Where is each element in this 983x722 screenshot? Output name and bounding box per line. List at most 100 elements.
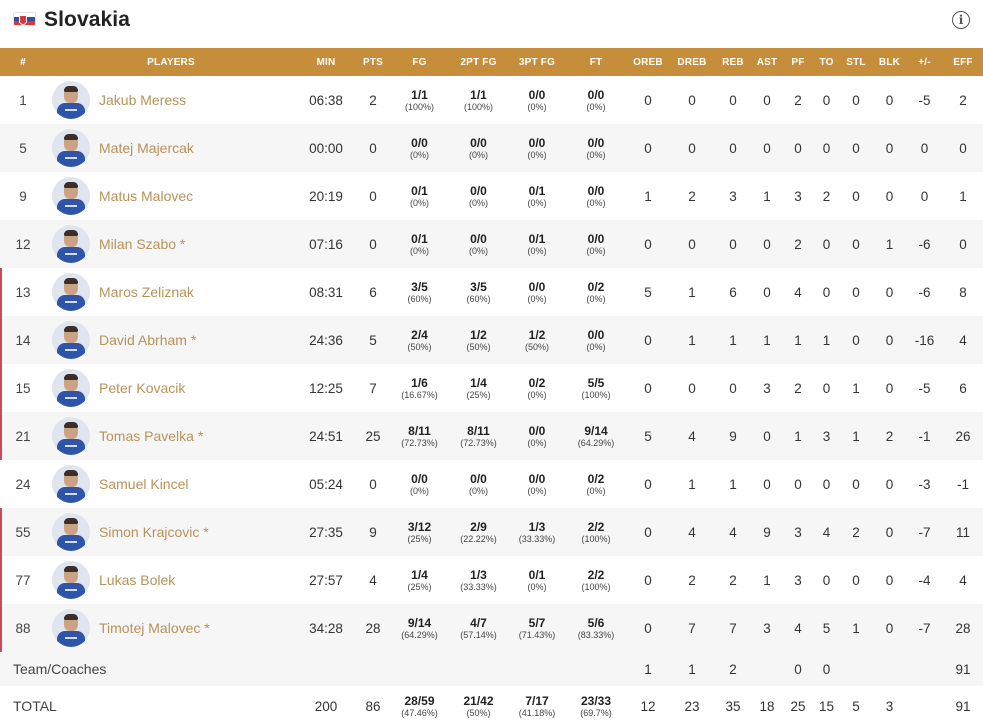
column-header[interactable]: PTS (356, 48, 390, 76)
stat-to: 4 (822, 524, 831, 540)
column-header[interactable]: TO (814, 48, 839, 76)
avatar[interactable] (52, 225, 90, 263)
avatar[interactable] (52, 609, 90, 647)
column-header[interactable]: MIN (296, 48, 356, 76)
table-row[interactable]: 12 Milan Szabo * 07:16 0 0/1 (0%) 0/0 (0%) 0/1 (0… (0, 220, 983, 268)
stat-stl: 0 (852, 332, 860, 348)
stat-reb: 0 (729, 380, 737, 396)
three-point-fg-percentage: (71.43%) (518, 629, 556, 640)
stat-pm: -7 (918, 620, 931, 636)
avatar[interactable] (52, 129, 90, 167)
player-number: 5 (19, 140, 27, 156)
three-point-fg-percentage: (0%) (527, 197, 547, 208)
player-name-link[interactable]: Maros Zeliznak (99, 284, 194, 300)
team-stat-blk (873, 652, 906, 686)
minutes: 12:25 (309, 380, 343, 396)
field-goals-percentage: (64.29%) (401, 629, 438, 640)
stat-pm: -4 (918, 572, 931, 588)
avatar[interactable] (52, 513, 90, 551)
table-row[interactable]: 24 Samuel Kincel 05:24 0 0/0 (0%) 0/0 (0%) 0/0 (0… (0, 460, 983, 508)
player-name-link[interactable]: Simon Krajcovic * (99, 524, 209, 540)
player-name-link[interactable]: Tomas Pavelka * (99, 428, 203, 444)
player-number: 15 (0, 364, 46, 412)
three-point-fg-percentage: (0%) (527, 245, 547, 256)
field-goals: 1/1 (100%) (390, 76, 449, 124)
three-point-fg: 0/0 (0%) (508, 412, 566, 460)
free-throws-percentage: (100%) (581, 581, 611, 592)
table-row[interactable]: 14 David Abrham * 24:36 5 2/4 (50%) 1/2 (50%) 1/… (0, 316, 983, 364)
avatar[interactable] (52, 417, 90, 455)
column-header[interactable]: 3PT FG (508, 48, 566, 76)
total-three-point-fg: 7/17 (41.18%) (508, 686, 566, 722)
info-icon[interactable]: i (952, 11, 970, 29)
stat-to: 0 (822, 140, 831, 156)
column-header[interactable]: OREB (626, 48, 670, 76)
two-point-fg-made-attempted: 1/3 (470, 567, 487, 582)
stat-reb: 0 (729, 92, 737, 108)
column-header[interactable]: PF (782, 48, 814, 76)
column-header[interactable]: REB (714, 48, 752, 76)
field-goals-percentage: (16.67%) (401, 389, 438, 400)
table-row[interactable]: 5 Matej Majercak 00:00 0 0/0 (0%) 0/0 (0%) 0/0 (0… (0, 124, 983, 172)
avatar[interactable] (52, 369, 90, 407)
free-throws-made-attempted: 5/5 (587, 375, 605, 390)
column-header[interactable]: BLK (873, 48, 906, 76)
player-name-link[interactable]: Lukas Bolek (99, 572, 175, 588)
column-header[interactable]: AST (752, 48, 782, 76)
column-header[interactable]: FG (390, 48, 449, 76)
player-name-link[interactable]: Jakub Meress (99, 92, 186, 108)
table-row[interactable]: 77 Lukas Bolek 27:57 4 1/4 (25%) 1/3 (33.33%) 0/… (0, 556, 983, 604)
table-row[interactable]: 55 Simon Krajcovic * 27:35 9 3/12 (25%) 2/9 (22… (0, 508, 983, 556)
table-row[interactable]: 21 Tomas Pavelka * 24:51 25 8/11 (72.73%) 8/11… (0, 412, 983, 460)
two-point-fg-percentage: (22.22%) (460, 533, 497, 544)
column-header[interactable]: PLAYERS (46, 48, 296, 76)
stat-to: 5 (822, 620, 831, 636)
column-header[interactable]: EFF (943, 48, 983, 76)
table-row[interactable]: 1 Jakub Meress 06:38 2 1/1 (100%) 1/1 (100%) 0/0… (0, 76, 983, 124)
player-name-link[interactable]: Timotej Malovec * (99, 620, 210, 636)
three-point-fg-made-attempted: 0/2 (528, 375, 546, 390)
avatar[interactable] (52, 465, 90, 503)
column-header[interactable]: DREB (670, 48, 714, 76)
player-name-link[interactable]: Samuel Kincel (99, 476, 189, 492)
free-throws-percentage: (0%) (586, 485, 606, 496)
column-header[interactable]: 2PT FG (449, 48, 508, 76)
table-row[interactable]: 13 Maros Zeliznak 08:31 6 3/5 (60%) 3/5 (60%) 0/… (0, 268, 983, 316)
free-throws-made-attempted: 0/2 (587, 471, 605, 486)
field-goals-percentage: (0%) (409, 485, 429, 496)
total-field-goals-percentage: (47.46%) (401, 707, 438, 718)
stat-pf: 3 (794, 524, 802, 540)
column-header[interactable]: FT (566, 48, 626, 76)
column-header[interactable]: +/- (906, 48, 943, 76)
column-header[interactable]: # (0, 48, 46, 76)
points: 4 (369, 572, 377, 588)
stat-ast: 1 (763, 188, 771, 204)
avatar[interactable] (52, 561, 90, 599)
table-row[interactable]: 88 Timotej Malovec * 34:28 28 9/14 (64.29%) 4/… (0, 604, 983, 652)
boxscore-body: 1 Jakub Meress 06:38 2 1/1 (100%) 1/1 (100%) 0/0… (0, 76, 983, 722)
avatar[interactable] (52, 81, 90, 119)
points: 25 (365, 428, 381, 444)
player-name-link[interactable]: David Abrham * (99, 332, 196, 348)
free-throws-percentage: (0%) (586, 197, 606, 208)
minutes: 24:51 (309, 428, 343, 444)
avatar[interactable] (52, 177, 90, 215)
player-name-link[interactable]: Milan Szabo * (99, 236, 185, 252)
stat-pm: -6 (918, 236, 931, 252)
table-row[interactable]: 15 Peter Kovacik 12:25 7 1/6 (16.67%) 1/4 (25%)… (0, 364, 983, 412)
avatar[interactable] (52, 273, 90, 311)
avatar[interactable] (52, 321, 90, 359)
team-stat-to: 0 (822, 661, 831, 677)
free-throws-made-attempted: 0/0 (587, 183, 605, 198)
points: 0 (369, 140, 377, 156)
points: 0 (369, 476, 377, 492)
stat-reb: 7 (729, 620, 737, 636)
player-name-link[interactable]: Matus Malovec (99, 188, 193, 204)
column-header[interactable]: STL (839, 48, 873, 76)
stat-oreb: 1 (644, 188, 652, 204)
field-goals-made-attempted: 0/1 (411, 231, 428, 246)
field-goals: 1/4 (25%) (390, 556, 449, 604)
table-row[interactable]: 9 Matus Malovec 20:19 0 0/1 (0%) 0/0 (0%) 0/1 (0%… (0, 172, 983, 220)
player-name-link[interactable]: Matej Majercak (99, 140, 194, 156)
player-name-link[interactable]: Peter Kovacik (99, 380, 185, 396)
